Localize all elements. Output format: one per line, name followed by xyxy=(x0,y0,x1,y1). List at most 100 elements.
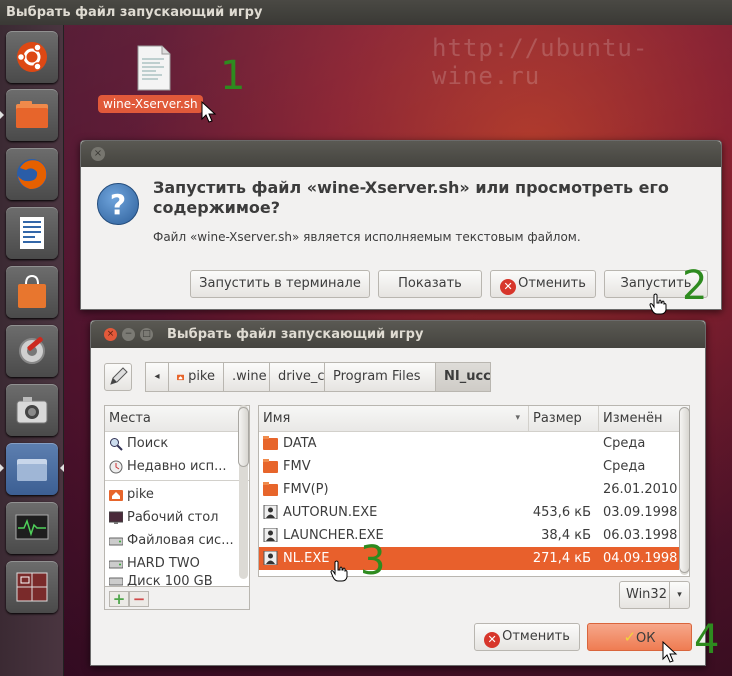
file-modified: 03.09.1998 xyxy=(603,505,678,520)
ubuntu-logo-icon xyxy=(16,42,47,72)
writer-icon xyxy=(20,217,44,249)
dash-button[interactable] xyxy=(6,31,58,83)
launcher-software-center[interactable] xyxy=(6,266,58,318)
minus-icon: − xyxy=(132,590,146,608)
exe-icon xyxy=(263,551,278,565)
places-scrollbar[interactable] xyxy=(237,405,249,579)
desktop-icon xyxy=(109,511,123,524)
folder-icon xyxy=(16,101,48,128)
launcher-running-pip xyxy=(0,111,4,119)
scrollbar-thumb[interactable] xyxy=(238,407,249,467)
places-divider xyxy=(105,480,249,481)
file-modified: 26.01.2010 xyxy=(603,482,678,497)
launcher-file-chooser[interactable] xyxy=(6,443,58,495)
minimize-icon[interactable]: − xyxy=(122,328,135,341)
watermark: http://ubuntu-wine.ru xyxy=(432,34,649,90)
launcher-settings[interactable] xyxy=(6,325,58,377)
launcher-writer[interactable] xyxy=(6,207,58,259)
settings-gear-icon xyxy=(19,336,45,364)
path-scroll-left-button[interactable]: ◂ xyxy=(145,362,169,392)
column-header-label: Имя xyxy=(263,411,291,426)
desktop-file-label[interactable]: wine-Xserver.sh xyxy=(98,95,203,113)
step-marker-2: 2 xyxy=(682,263,708,309)
path-bar: ◂ pike .wine drive_c Program Files NI_uc… xyxy=(145,362,491,392)
firefox-icon xyxy=(17,159,47,189)
place-item-recent[interactable]: Недавно исп... xyxy=(105,455,249,478)
workspace-switcher-icon xyxy=(16,572,48,602)
path-crumb-label: drive_c xyxy=(278,369,325,384)
hand-pointer-icon xyxy=(330,560,348,582)
place-item-desktop[interactable]: Рабочий стол xyxy=(105,506,249,529)
launcher-system-monitor[interactable] xyxy=(6,502,58,554)
place-item-filesystem[interactable]: Файловая сис... xyxy=(105,529,249,552)
cancel-button[interactable]: ✕ Отменить xyxy=(474,623,580,651)
place-label: Рабочий стол xyxy=(127,510,219,525)
plus-icon: + xyxy=(112,590,126,608)
recent-icon xyxy=(109,460,123,473)
cancel-button[interactable]: ✕ Отменить xyxy=(490,270,596,298)
launcher-files[interactable] xyxy=(6,89,58,141)
cancel-icon: ✕ xyxy=(500,279,517,295)
folder-icon xyxy=(263,436,278,450)
column-header-modified[interactable]: Изменён xyxy=(599,406,689,432)
path-crumb-nl-ucc[interactable]: NI_ucc xyxy=(435,362,491,392)
home-folder-icon xyxy=(177,374,185,381)
system-monitor-icon xyxy=(15,514,49,540)
path-crumb-drive-c[interactable]: drive_c xyxy=(269,362,325,392)
search-icon xyxy=(110,437,123,451)
place-label: pike xyxy=(127,487,154,502)
file-filter-select[interactable]: Win32 ▾ xyxy=(619,581,690,609)
maximize-icon[interactable]: □ xyxy=(140,328,153,341)
file-name: FMV xyxy=(283,459,311,474)
file-list-scrollbar[interactable] xyxy=(678,407,690,575)
place-item-search[interactable]: Поиск xyxy=(105,432,249,455)
folder-open-icon xyxy=(17,459,47,481)
scrollbar-thumb[interactable] xyxy=(679,407,690,573)
launcher-workspaces[interactable] xyxy=(6,561,58,613)
question-icon: ? xyxy=(97,183,139,225)
path-crumb-wine[interactable]: .wine xyxy=(223,362,270,392)
folder-icon xyxy=(263,459,278,473)
show-button[interactable]: Показать xyxy=(378,270,482,298)
close-icon[interactable]: × xyxy=(104,328,117,341)
launcher-shotwell[interactable] xyxy=(6,384,58,436)
file-row-nl-exe[interactable]: NL.EXE 271,4 кБ 04.09.1998 xyxy=(259,547,679,570)
places-add-remove-bar: + − xyxy=(104,586,250,610)
file-row-launcher[interactable]: LAUNCHER.EXE 38,4 кБ 06.03.1998 xyxy=(259,524,679,547)
file-filter-value: Win32 xyxy=(626,587,667,602)
file-name: NL.EXE xyxy=(283,551,330,566)
dialog-title: Выбрать файл запускающий игру xyxy=(167,327,424,342)
file-size: 38,4 кБ xyxy=(541,528,591,543)
run-in-terminal-label: Запустить в терминале xyxy=(199,276,361,291)
place-item-hard-two[interactable]: HARD TWO xyxy=(105,552,249,575)
column-header-size[interactable]: Размер xyxy=(529,406,599,432)
file-row-autorun[interactable]: AUTORUN.EXE 453,6 кБ 03.09.1998 xyxy=(259,501,679,524)
type-location-button[interactable] xyxy=(104,363,132,391)
file-modified: 06.03.1998 xyxy=(603,528,678,543)
file-list: Имя ▾ Размер Изменён DATA Среда FMV Сред… xyxy=(258,405,690,577)
place-label: HARD TWO xyxy=(127,556,200,571)
dialog-titlebar xyxy=(81,141,721,167)
launcher-firefox[interactable] xyxy=(6,148,58,200)
column-header-name[interactable]: Имя ▾ xyxy=(259,406,529,432)
checkmark-icon: ✓ xyxy=(623,628,637,646)
file-modified: 04.09.1998 xyxy=(603,551,678,566)
close-icon[interactable]: × xyxy=(91,147,105,161)
dialog-heading: Запустить файл «wine-Xserver.sh» или про… xyxy=(153,178,669,217)
file-row-fmv[interactable]: FMV Среда xyxy=(259,455,679,478)
show-label: Показать xyxy=(398,276,462,291)
add-place-button[interactable]: + xyxy=(109,591,129,607)
file-row-fmv-p[interactable]: FMV(P) 26.01.2010 xyxy=(259,478,679,501)
path-crumb-pike[interactable]: pike xyxy=(168,362,224,392)
shopping-bag-icon xyxy=(18,274,46,308)
run-in-terminal-button[interactable]: Запустить в терминале xyxy=(190,270,370,298)
remove-place-button[interactable]: − xyxy=(129,591,149,607)
file-chooser-dialog: × − □ Выбрать файл запускающий игру ◂ pi… xyxy=(90,320,706,666)
path-crumb-program-files[interactable]: Program Files xyxy=(324,362,436,392)
place-item-home[interactable]: pike xyxy=(105,483,249,506)
exe-icon xyxy=(263,505,278,519)
text-file-icon[interactable] xyxy=(136,45,172,91)
file-row-data[interactable]: DATA Среда xyxy=(259,432,679,455)
places-header[interactable]: Места xyxy=(105,406,249,432)
step-marker-3: 3 xyxy=(360,538,386,584)
